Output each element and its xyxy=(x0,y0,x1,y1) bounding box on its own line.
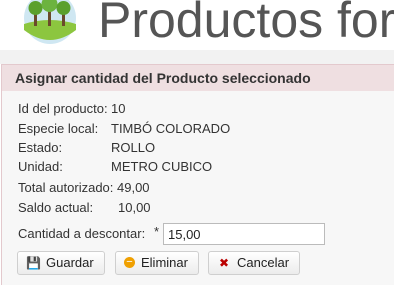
cancel-button-label: Cancelar xyxy=(237,255,290,270)
field-label: Total autorizado: xyxy=(18,180,114,195)
app-header: Productos for xyxy=(0,0,394,50)
field-value: METRO CUBICO xyxy=(111,159,213,174)
field-value: 10 xyxy=(111,101,126,116)
assign-quantity-panel: Asignar cantidad del Producto selecciona… xyxy=(1,64,394,285)
field-label: Id del producto: xyxy=(18,101,108,116)
panel-title: Asignar cantidad del Producto selecciona… xyxy=(2,65,394,91)
field-product-id: Id del producto: 10 xyxy=(18,101,125,116)
cancel-button[interactable]: ✖ Cancelar xyxy=(208,251,301,275)
app-title: Productos for xyxy=(98,0,394,48)
quantity-input[interactable] xyxy=(163,223,325,245)
minus-circle-icon: − xyxy=(124,257,135,269)
quantity-label: Cantidad a descontar: xyxy=(18,226,146,241)
field-value: 49,00 xyxy=(117,180,150,195)
trees-logo-icon xyxy=(24,0,76,44)
field-local-species: Especie local: TIMBÓ COLORADO xyxy=(18,121,230,136)
remove-button-label: Eliminar xyxy=(141,255,188,270)
field-current-balance: Saldo actual: 10,00 xyxy=(18,200,151,215)
field-total-authorized: Total autorizado: 49,00 xyxy=(18,180,150,195)
required-mark: * xyxy=(154,224,160,239)
save-button-label: Guardar xyxy=(46,255,94,270)
field-label: Especie local: xyxy=(18,121,99,136)
field-value: 10,00 xyxy=(118,200,151,215)
field-value: TIMBÓ COLORADO xyxy=(111,121,231,136)
field-label: Estado: xyxy=(18,140,63,155)
remove-button[interactable]: − Eliminar xyxy=(115,251,199,275)
x-icon: ✖ xyxy=(218,256,230,270)
field-label: Unidad: xyxy=(18,159,63,174)
field-state: Estado: ROLLO xyxy=(18,140,155,155)
floppy-disk-icon: 💾 xyxy=(26,256,41,270)
field-unit: Unidad: METRO CUBICO xyxy=(18,159,212,174)
field-value: ROLLO xyxy=(111,140,156,155)
field-label: Saldo actual: xyxy=(18,200,94,215)
header-divider xyxy=(0,50,394,64)
save-button[interactable]: 💾 Guardar xyxy=(17,251,105,275)
